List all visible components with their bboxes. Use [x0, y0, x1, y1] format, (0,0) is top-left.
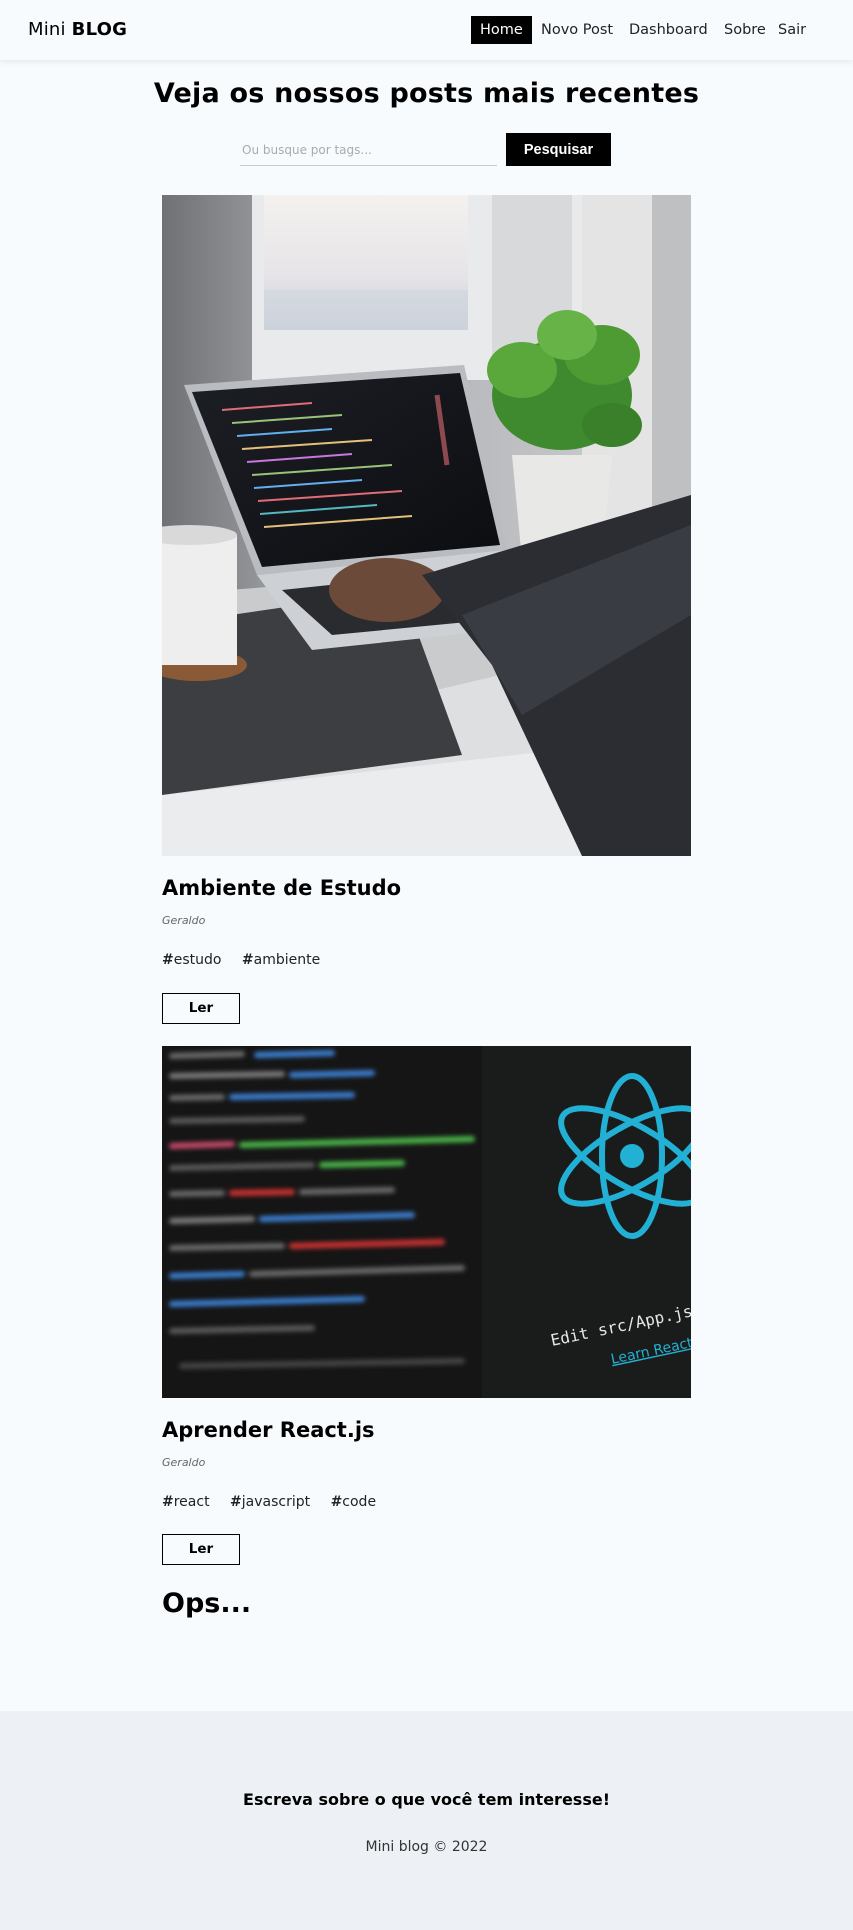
nav-link-about[interactable]: Sobre	[724, 16, 766, 44]
page-title: Veja os nossos posts mais recentes	[153, 78, 700, 109]
empty-message: Ops...	[162, 1588, 252, 1619]
post-title: Aprender React.js	[162, 1418, 375, 1442]
react-code-photo-icon: Edit src/App.js and save to Learn React	[162, 1046, 691, 1398]
tag-item: #ambiente	[241, 952, 321, 968]
tag-item: #javascript	[230, 1494, 311, 1510]
post-author: Geraldo	[162, 914, 206, 927]
laptop-photo-icon	[162, 195, 691, 856]
footer-copyright: Mini blog © 2022	[365, 1839, 488, 1855]
footer-headline: Escreva sobre o que você tem interesse!	[243, 1790, 610, 1809]
tag-item: #estudo	[162, 952, 222, 968]
post-author: Geraldo	[162, 1456, 206, 1469]
search-input[interactable]	[240, 135, 497, 166]
read-post-button[interactable]: Ler	[162, 993, 240, 1024]
tag-item: #react	[162, 1494, 210, 1510]
post-image-laptop	[162, 195, 691, 856]
post-image-react: Edit src/App.js and save to Learn React	[162, 1046, 691, 1398]
footer: Escreva sobre o que você tem interesse! …	[0, 1711, 853, 1930]
nav-links: Home Novo Post Dashboard Sobre	[0, 16, 853, 44]
tag-item: #code	[330, 1494, 377, 1510]
navbar: Mini BLOG Home Novo Post Dashboard Sobre…	[0, 0, 853, 60]
search-button[interactable]: Pesquisar	[506, 133, 611, 166]
post-title: Ambiente de Estudo	[162, 876, 402, 900]
read-post-button[interactable]: Ler	[162, 1534, 240, 1565]
post-tags: #estudo #ambiente	[162, 952, 336, 968]
post-tags: #react #javascript #code	[162, 1494, 392, 1510]
nav-link-home[interactable]: Home	[471, 16, 532, 44]
nav-link-dashboard[interactable]: Dashboard	[629, 16, 708, 44]
logout-button[interactable]: Sair	[778, 16, 806, 44]
nav-link-new-post[interactable]: Novo Post	[541, 16, 613, 44]
